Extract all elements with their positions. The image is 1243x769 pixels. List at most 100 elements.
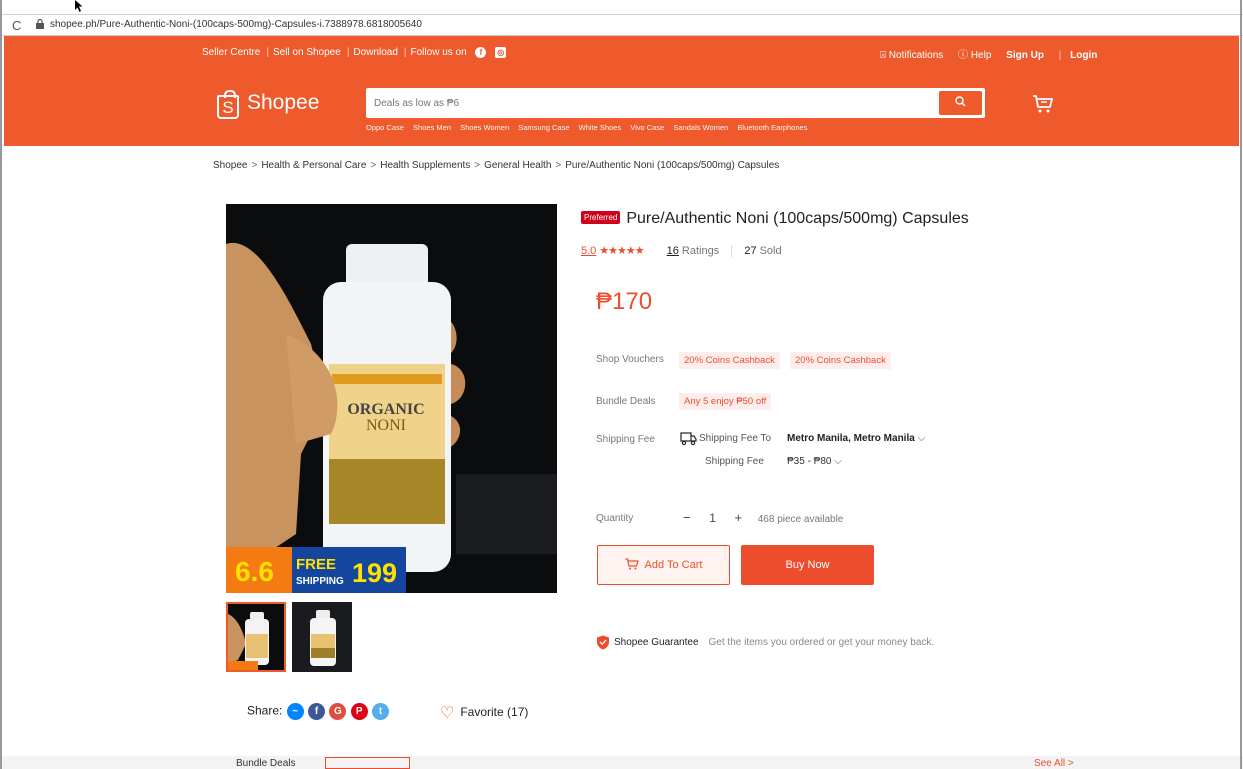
breadcrumb-item[interactable]: Health Supplements xyxy=(380,160,470,171)
cart-icon[interactable] xyxy=(1032,94,1054,114)
search-button[interactable] xyxy=(939,91,982,115)
ratings-row: 5.0 ★★★★★ 16 Ratings 27 Sold xyxy=(581,244,782,258)
sold-count: 27 xyxy=(744,245,757,257)
download-link[interactable]: Download xyxy=(353,47,397,58)
search-input[interactable] xyxy=(366,88,936,118)
voucher-tag[interactable]: 20% Coins Cashback xyxy=(790,352,891,369)
see-all-link[interactable]: See All > xyxy=(1034,758,1074,769)
quantity-input[interactable]: 1 xyxy=(709,511,716,525)
truck-icon xyxy=(680,432,697,446)
window-border-left xyxy=(0,0,2,769)
search-suggestions: Oppo Case Shoes Men Shoes Women Samsung … xyxy=(366,123,814,132)
bundle-deals-heading: Bundle Deals xyxy=(236,758,296,769)
guarantee-description: Get the items you ordered or get your mo… xyxy=(708,637,935,649)
breadcrumb-item[interactable]: Health & Personal Care xyxy=(261,160,366,171)
shipping-destination-select[interactable]: Metro Manila, Metro Manila ⌵ xyxy=(787,433,925,444)
stock-available: 468 piece available xyxy=(757,514,844,525)
add-to-cart-button[interactable]: Add To Cart xyxy=(597,545,730,585)
favorite-button[interactable]: ♡ Favorite (17) xyxy=(440,703,528,723)
breadcrumb-item[interactable]: General Health xyxy=(484,160,551,171)
preferred-badge: Preferred xyxy=(581,211,621,224)
product-photo: ORGANIC NONI 6.6 FREE SHIPPING 199 xyxy=(226,204,557,593)
increase-button[interactable]: + xyxy=(735,510,743,525)
lock-icon xyxy=(36,19,44,29)
google-plus-icon[interactable]: G xyxy=(329,703,347,720)
quantity-stepper: − 1 + 468 piece available xyxy=(683,510,843,525)
chevron-down-icon: ⌵ xyxy=(917,433,926,444)
product-title: Preferred Pure/Authentic Noni (100caps/50… xyxy=(581,210,969,228)
suggestion-link[interactable]: Shoes Women xyxy=(460,123,509,132)
browser-address-bar[interactable]: C shopee.ph/Pure-Authentic-Noni-(100caps… xyxy=(0,14,1243,36)
top-nav: Seller Centre | Sell on Shopee | Download | Fo… xyxy=(202,47,508,58)
follow-us-label: Follow us on xyxy=(410,47,467,59)
facebook-share-icon[interactable]: f xyxy=(308,703,326,720)
voucher-tag[interactable]: 20% Coins Cashback xyxy=(679,352,780,369)
product-thumbnail[interactable] xyxy=(292,602,352,672)
twitter-icon[interactable]: t xyxy=(372,703,390,720)
bottle-product-text: NONI xyxy=(366,417,406,434)
bell-icon: ⍓ xyxy=(880,50,886,61)
buy-now-button[interactable]: Buy Now xyxy=(741,545,874,585)
breadcrumb: Shopee > Health & Personal Care > Health Sup… xyxy=(213,160,780,171)
shipping-fee-sublabel: Shipping Fee xyxy=(705,456,764,467)
site-header: Seller Centre | Sell on Shopee | Download | Fo… xyxy=(4,36,1239,146)
search-icon xyxy=(955,96,966,107)
signup-link[interactable]: Sign Up xyxy=(1006,50,1044,61)
chevron-down-icon: ⌵ xyxy=(834,456,842,467)
suggestion-link[interactable]: Oppo Case xyxy=(366,123,404,132)
seller-centre-link[interactable]: Seller Centre xyxy=(202,47,260,58)
window-border-right xyxy=(1240,0,1242,769)
heart-icon: ♡ xyxy=(440,705,455,722)
bundle-deals-label: Bundle Deals xyxy=(596,396,656,407)
share-row: Share: ~ f G P t xyxy=(247,703,390,720)
suggestion-link[interactable]: Sandals Women xyxy=(673,123,728,132)
share-label: Share: xyxy=(247,703,283,718)
quantity-label: Quantity xyxy=(596,513,634,524)
suggestion-link[interactable]: White Shoes xyxy=(579,123,622,132)
shopee-guarantee: Shopee Guarantee Get the items you ordere… xyxy=(596,635,934,650)
breadcrumb-item[interactable]: Shopee xyxy=(213,160,247,171)
decrease-button[interactable]: − xyxy=(683,510,691,525)
promo-date-text: 6.6 xyxy=(235,556,274,587)
shopee-logo[interactable]: S Shopee xyxy=(217,90,319,119)
instagram-icon[interactable]: ◎ xyxy=(495,47,507,58)
product-thumbnail[interactable] xyxy=(226,602,286,672)
url-text[interactable]: shopee.ph/Pure-Authentic-Noni-(100caps-5… xyxy=(50,19,422,30)
search-bar xyxy=(366,88,985,118)
thumbnail-image xyxy=(228,604,284,670)
rating-score[interactable]: 5.0 xyxy=(581,245,596,257)
notifications-link[interactable]: ⍓ Notifications xyxy=(880,50,943,61)
star-rating-icon: ★★★★★ xyxy=(599,245,644,257)
shipping-fee-select[interactable]: ₱35 - ₱80 ⌵ xyxy=(787,456,842,467)
shipping-to-row: Shipping Fee To xyxy=(699,433,771,444)
promo-shipping-text: SHIPPING xyxy=(296,576,344,587)
sell-on-shopee-link[interactable]: Sell on Shopee xyxy=(273,47,341,58)
suggestion-link[interactable]: Bluetooth Earphones xyxy=(737,123,807,132)
messenger-icon[interactable]: ~ xyxy=(286,703,304,720)
suggestion-link[interactable]: Shoes Men xyxy=(413,123,451,132)
top-right-nav: ⍓ Notifications ⓘ Help Sign Up | Login xyxy=(880,50,1098,61)
ratings-count[interactable]: 16 xyxy=(667,245,679,257)
suggestion-link[interactable]: Samsung Case xyxy=(518,123,569,132)
help-link[interactable]: ⓘ Help xyxy=(958,50,991,61)
bottle-brand-text: ORGANIC xyxy=(347,401,424,418)
facebook-icon[interactable]: f xyxy=(475,47,487,58)
mouse-cursor-icon xyxy=(75,0,83,12)
help-icon: ⓘ xyxy=(958,50,969,61)
promo-free-text: FREE xyxy=(296,556,336,573)
reload-icon[interactable]: C xyxy=(12,18,21,33)
shop-vouchers-label: Shop Vouchers xyxy=(596,354,664,365)
suggestion-link[interactable]: Vivo Case xyxy=(630,123,664,132)
thumbnail-image xyxy=(292,602,352,672)
product-price: ₱170 xyxy=(596,288,653,315)
promo-amount-text: 199 xyxy=(352,558,397,588)
product-main-image[interactable]: ORGANIC NONI 6.6 FREE SHIPPING 199 xyxy=(226,204,557,593)
login-link[interactable]: Login xyxy=(1070,50,1097,61)
add-cart-icon xyxy=(625,558,639,570)
shopee-bag-icon: S xyxy=(217,90,239,119)
bundle-deal-tag[interactable]: Any 5 enjoy ₱50 off xyxy=(679,393,772,410)
shipping-fee-label: Shipping Fee xyxy=(596,434,655,445)
breadcrumb-current: Pure/Authentic Noni (100caps/500mg) Caps… xyxy=(565,160,780,171)
pinterest-icon[interactable]: P xyxy=(350,703,368,720)
bundle-tag xyxy=(325,757,410,769)
